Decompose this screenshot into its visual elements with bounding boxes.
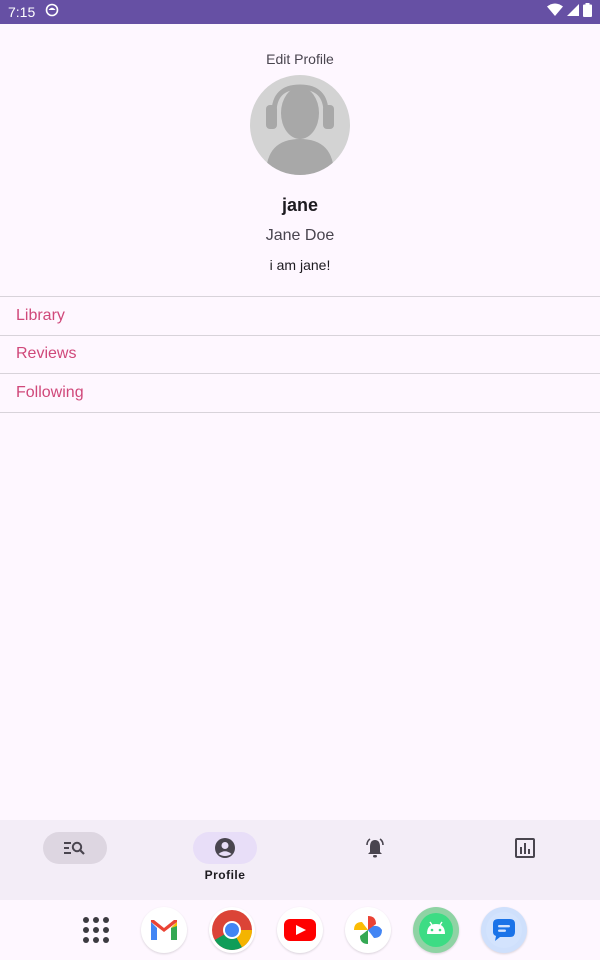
menu-item-label: Library: [16, 306, 65, 324]
nav-item-stats[interactable]: [450, 832, 600, 892]
photos-icon[interactable]: [345, 907, 391, 953]
app-notification-icon: [45, 3, 59, 22]
battery-icon: [583, 2, 592, 22]
launcher-dock: [0, 900, 600, 960]
bio: i am jane!: [269, 257, 331, 273]
edit-profile-link[interactable]: Edit Profile: [0, 51, 600, 67]
android-icon[interactable]: [413, 907, 459, 953]
menu-item-library[interactable]: Library: [0, 297, 600, 336]
chrome-icon[interactable]: [209, 907, 255, 953]
menu-item-label: Following: [16, 383, 84, 401]
status-time: 7:15: [8, 4, 36, 20]
nav-pill-active: [193, 832, 257, 864]
nav-pill: [493, 832, 557, 864]
nav-label-profile: Profile: [204, 868, 246, 882]
username: jane: [281, 195, 319, 215]
account-circle-icon: [215, 838, 235, 858]
profile-menu: Library Reviews Following: [0, 296, 600, 413]
messages-icon[interactable]: [481, 907, 527, 953]
status-bar: 7:15: [0, 0, 600, 24]
search-list-icon: [64, 841, 85, 855]
app-drawer-icon[interactable]: [73, 907, 119, 953]
menu-item-label: Reviews: [16, 345, 77, 363]
gmail-icon[interactable]: [141, 907, 187, 953]
nav-pill: [343, 832, 407, 864]
nav-item-search[interactable]: [0, 832, 150, 892]
youtube-icon[interactable]: [277, 907, 323, 953]
menu-item-reviews[interactable]: Reviews: [0, 336, 600, 374]
bottom-navigation: Profile: [0, 820, 600, 900]
wifi-icon: [547, 3, 563, 22]
cell-signal-icon: [567, 3, 579, 21]
bar-chart-icon: [515, 838, 535, 858]
notification-bell-icon: [366, 838, 384, 858]
menu-item-following[interactable]: Following: [0, 374, 600, 413]
nav-pill: [43, 832, 107, 864]
default-avatar-icon: [266, 84, 334, 175]
nav-item-profile[interactable]: Profile: [150, 832, 300, 892]
full-name: Jane Doe: [265, 227, 335, 244]
nav-item-notifications[interactable]: [300, 832, 450, 892]
avatar[interactable]: [250, 75, 350, 175]
